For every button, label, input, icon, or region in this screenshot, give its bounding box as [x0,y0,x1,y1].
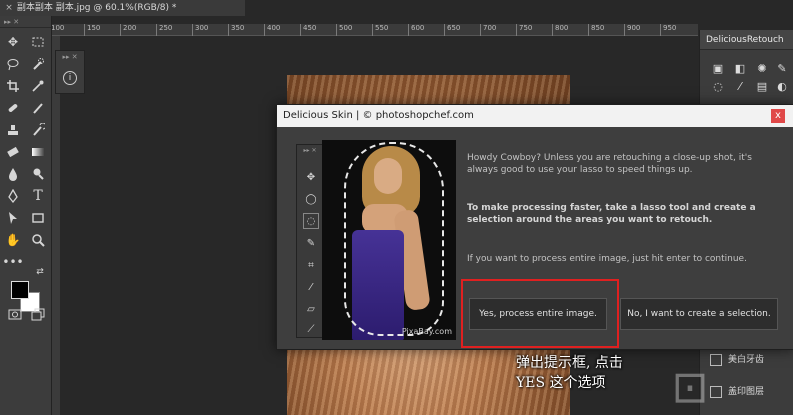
horizontal-ruler: 100 150 200 250 300 350 400 450 500 550 600 650 700 7… [48,24,698,36]
dialog-intro-text: Howdy Cowboy? Unless you are retouching … [467,153,752,175]
toolbar-grip[interactable]: ▸▸ ✕ [0,16,51,28]
image-credit: PixaBay.com [401,327,452,336]
ruler-tick: 250 [156,24,172,36]
tools-panel: ▸▸ ✕ ✥ T ✋ ••• ⇄ [0,16,52,415]
no-create-selection-button[interactable]: No, I want to create a selection. [620,298,778,330]
dialog-title: Delicious Skin | © photoshopchef.com [277,105,793,127]
crop-tool-icon[interactable] [2,76,24,96]
whiten-teeth-action[interactable]: 美白牙齿 [708,351,792,369]
lasso-tool-icon[interactable] [2,54,24,74]
hand-tool-icon[interactable]: ✋ [2,230,24,250]
marquee-tool-icon: ◯ [305,193,317,205]
ruler-tick: 300 [192,24,208,36]
clone-stamp-tool-icon[interactable] [2,120,24,140]
annotation-line-2: YES 这个选项 [516,375,606,391]
lasso-outline [344,142,444,336]
brush-icon[interactable]: ✎ [774,60,790,76]
ruler-tick: 550 [372,24,388,36]
photoshop-window: × 副本副本 副本.jpg @ 60.1%(RGB/8) * 100 150 200… [0,0,793,415]
frame-icon[interactable]: ▣ [710,60,726,76]
lasso-tool-icon: ◌ [303,213,319,229]
pencil-icon[interactable]: ⁄ [732,78,748,94]
screen-mode-icon[interactable] [27,304,49,324]
pen-tool-icon[interactable] [2,186,24,206]
ruler-tick: 750 [516,24,532,36]
quick-mask-icon[interactable] [4,304,26,324]
eyedropper-tool-icon: ⁄ [310,281,312,293]
path-selection-tool-icon[interactable] [2,208,24,228]
ruler-tick: 900 [624,24,640,36]
mini-toolbar-grip: ▸▸ ✕ [303,147,317,154]
ruler-tick: 700 [480,24,496,36]
brush-tool-icon[interactable] [27,98,49,118]
ruler-tick: 150 [84,24,100,36]
brush-tool-icon: ⟋ [307,323,315,335]
healing-brush-tool-icon: ▱ [307,303,315,315]
type-tool-icon[interactable]: T [27,186,49,206]
ruler-tick: 450 [300,24,316,36]
history-brush-tool-icon[interactable] [27,120,49,140]
lasso-icon[interactable]: ◌ [710,78,726,94]
quick-selection-tool-icon: ✎ [306,237,316,249]
crop-tool-icon: ⌗ [308,259,314,271]
ruler-tick: 850 [588,24,604,36]
move-tool-icon: ✥ [306,171,316,183]
ruler-tick: 950 [660,24,676,36]
healing-brush-tool-icon[interactable] [2,98,24,118]
info-icon[interactable]: i [63,71,77,85]
dialog-close-button[interactable]: x [771,109,785,123]
annotation-line-1: 弹出提示框, 点击 [516,355,623,371]
document-tab[interactable]: × 副本副本 副本.jpg @ 60.1%(RGB/8) * [0,0,245,16]
ruler-tick: 600 [408,24,424,36]
whiten-teeth-label: 美白牙齿 [728,355,765,365]
watermark-logo: ⊡ [671,362,709,413]
dialog-tools-illustration: ▸▸ ✕ ✥ ◯ ◌ ✎ ⌗ ⁄ ▱ ⟋ [296,144,324,338]
circle-icon[interactable]: ◐ [774,78,790,94]
lasso-example-image: PixaBay.com [322,140,456,340]
zoom-tool-icon[interactable] [27,230,49,250]
rectangle-tool-icon[interactable] [27,208,49,228]
quick-selection-tool-icon[interactable] [27,54,49,74]
close-tab-icon[interactable]: × [4,0,14,16]
dodge-tool-icon[interactable] [27,164,49,184]
swap-colors-icon[interactable]: ⇄ [29,262,51,282]
more-tools-icon[interactable]: ••• [2,252,24,272]
ruler-tick: 800 [552,24,568,36]
move-tool-icon[interactable]: ✥ [2,32,24,52]
sparkle-icon[interactable]: ✺ [754,60,770,76]
dialog-enter-hint: If you want to process entire image, jus… [467,254,747,264]
panel-title: DeliciousRetouch [700,30,793,50]
marquee-tool-icon[interactable] [27,32,49,52]
document-tab-title: 副本副本 副本.jpg @ 60.1%(RGB/8) * [16,3,177,13]
gradient-tool-icon[interactable] [27,142,49,162]
ruler-tick: 400 [264,24,280,36]
gradient-icon[interactable]: ◧ [732,60,748,76]
info-panel: ▸▸ ✕ i [55,50,85,94]
ruler-tick: 350 [228,24,244,36]
foreground-color-swatch[interactable] [11,281,29,299]
eraser-tool-icon[interactable] [2,142,24,162]
eyedropper-tool-icon[interactable] [27,76,49,96]
dialog-instruction-text: To make processing faster, take a lasso … [467,203,756,225]
ruler-tick: 200 [120,24,136,36]
ruler-tick: 650 [444,24,460,36]
info-panel-grip[interactable]: ▸▸ ✕ [56,51,84,63]
stamp-layer-label: 盖印图层 [728,387,765,397]
highlight-box [461,279,619,348]
blur-tool-icon[interactable] [2,164,24,184]
stamp-layer-action[interactable]: 盖印图层 [708,383,792,401]
ruler-tick: 500 [336,24,352,36]
layers-icon[interactable]: ▤ [754,78,770,94]
